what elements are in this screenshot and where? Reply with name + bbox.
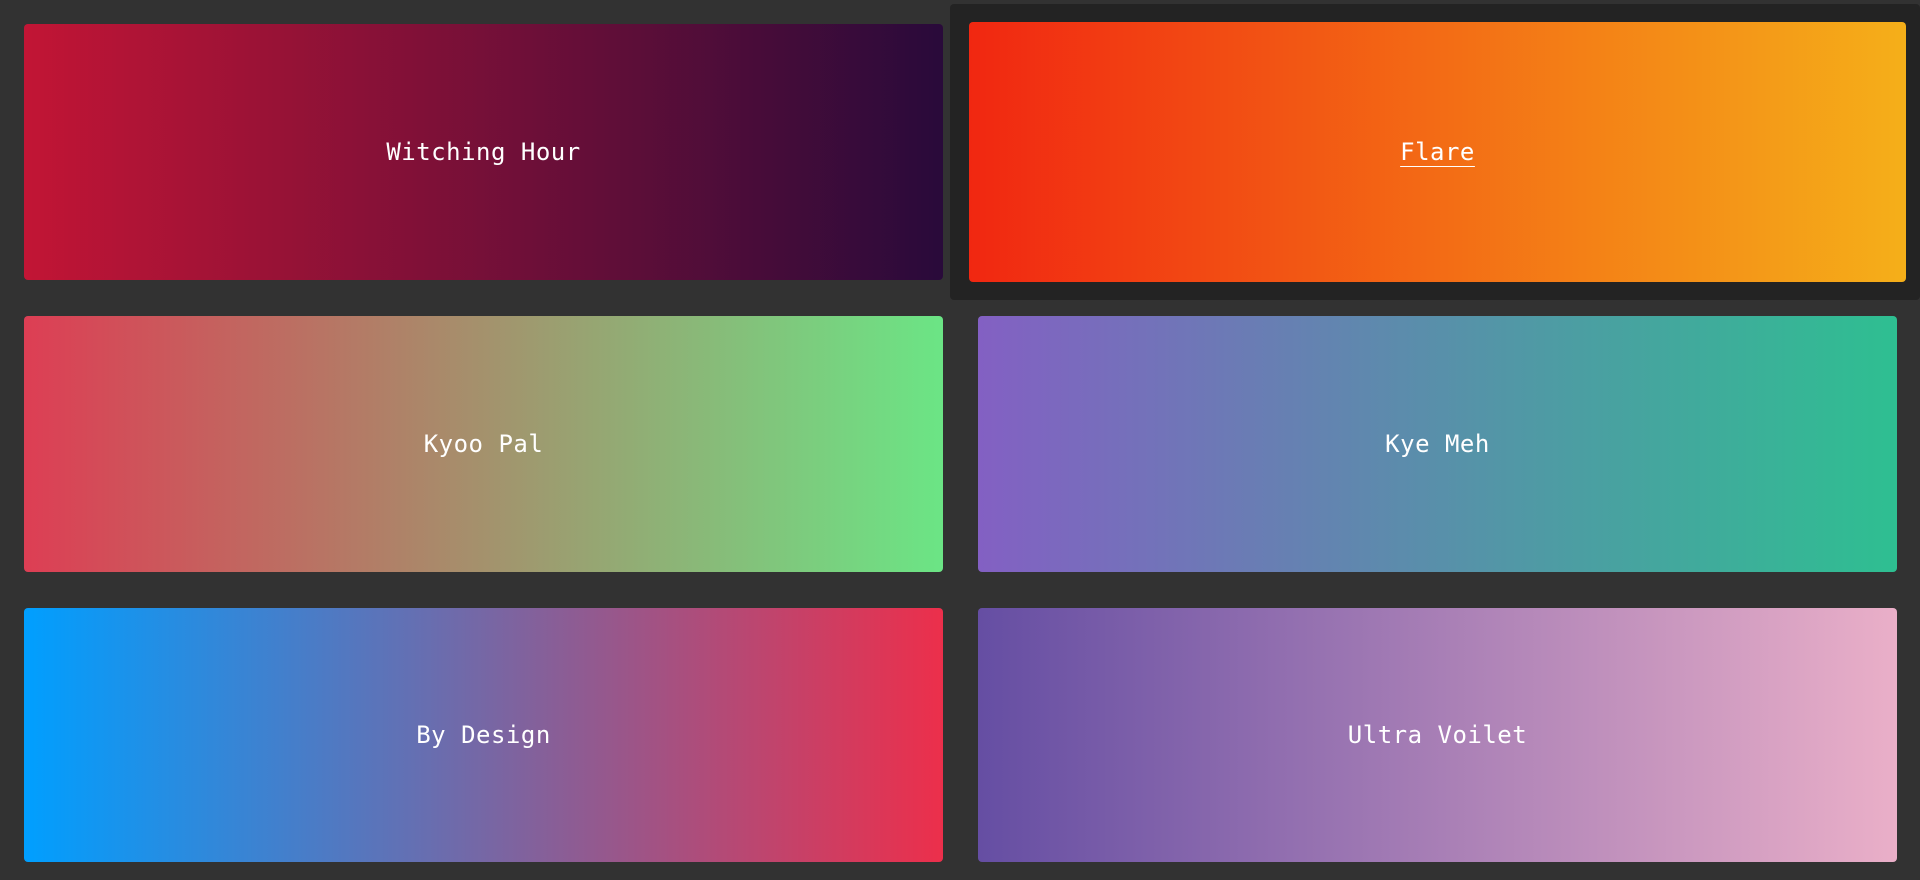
gradient-name: By Design <box>416 721 551 749</box>
gradient-card-flare[interactable]: Flare <box>969 22 1906 282</box>
gradient-name: Kyoo Pal <box>423 430 544 458</box>
gradient-card-ultra-voilet[interactable]: Ultra Voilet <box>978 608 1897 862</box>
gradient-card-kye-meh[interactable]: Kye Meh <box>978 316 1897 572</box>
gradient-card-witching-hour[interactable]: Witching Hour <box>24 24 943 280</box>
gradient-grid: Witching Hour Flare Kyoo Pal Kye Meh By … <box>0 0 1920 880</box>
gradient-name: Flare <box>1400 138 1475 166</box>
gradient-card-by-design[interactable]: By Design <box>24 608 943 862</box>
gradient-name: Ultra Voilet <box>1347 721 1528 749</box>
gradient-card-kyoo-pal[interactable]: Kyoo Pal <box>24 316 943 572</box>
gradient-name: Witching Hour <box>386 138 581 166</box>
gradient-name: Kye Meh <box>1385 430 1490 458</box>
